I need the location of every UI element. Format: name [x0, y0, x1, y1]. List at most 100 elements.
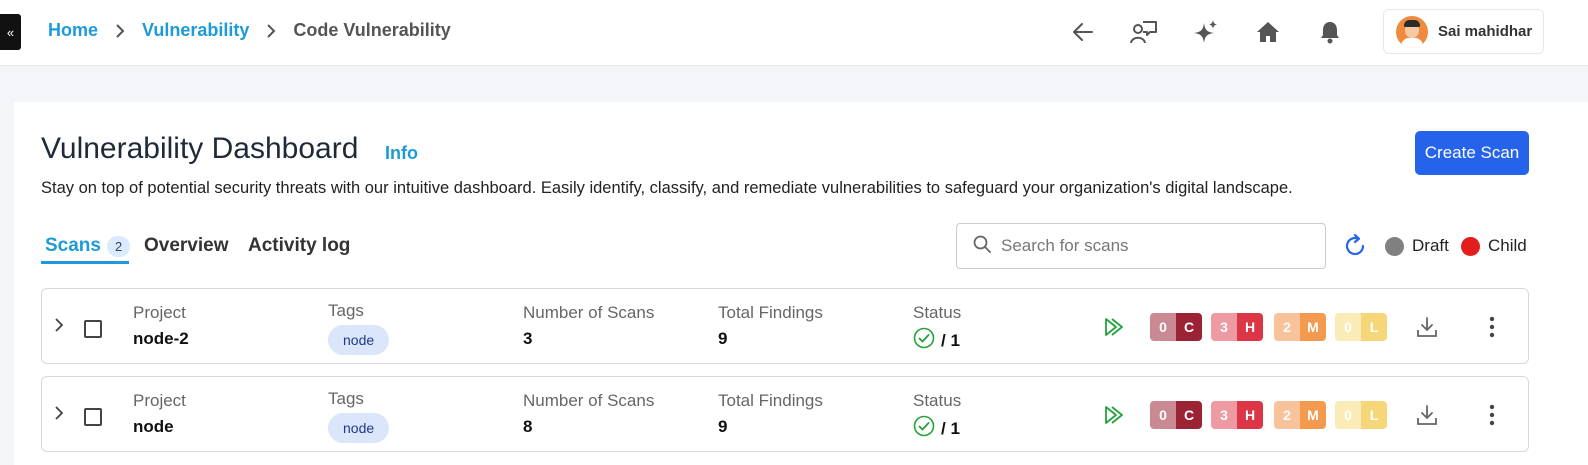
expand-chevron-icon[interactable] [54, 405, 64, 426]
findings-cell: Total Findings 9 [718, 391, 823, 437]
high-severity-badge: 3 H [1211, 401, 1263, 429]
critical-severity-badge: 0 C [1150, 401, 1202, 429]
status-value: / 1 [941, 418, 960, 438]
more-vertical-icon[interactable] [1488, 404, 1496, 431]
low-count: 0 [1335, 401, 1361, 429]
findings-count: 9 [718, 329, 728, 348]
row-checkbox[interactable] [84, 320, 102, 338]
high-count: 3 [1211, 401, 1237, 429]
medium-count: 2 [1274, 313, 1300, 341]
check-circle-icon [913, 327, 935, 354]
check-circle-icon [913, 415, 935, 442]
breadcrumb-vulnerability[interactable]: Vulnerability [142, 20, 249, 41]
tab-label: Scans [45, 235, 101, 256]
search-input[interactable] [1001, 236, 1301, 256]
critical-letter: C [1176, 313, 1202, 341]
medium-severity-badge: 2 M [1274, 401, 1326, 429]
create-scan-button[interactable]: Create Scan [1415, 131, 1529, 175]
download-icon[interactable] [1415, 403, 1439, 432]
legend-child: Child [1461, 236, 1527, 256]
tab-scans[interactable]: Scans 2 [45, 230, 131, 262]
findings-label: Total Findings [718, 391, 823, 410]
user-name: Sai mahidhar [1438, 23, 1533, 40]
status-label: Status [913, 303, 962, 322]
high-severity-badge: 3 H [1211, 313, 1263, 341]
chevron-right-icon [98, 23, 142, 38]
low-letter: L [1361, 313, 1387, 341]
scans-count: 3 [523, 329, 533, 348]
tag-chip: node [328, 413, 390, 443]
scans-label: Number of Scans [523, 391, 655, 410]
scans-label: Number of Scans [523, 303, 655, 322]
table-row[interactable]: Project node-2 Tags node Number of Scans… [41, 288, 1529, 364]
low-count: 0 [1335, 313, 1361, 341]
scan-count-badge: 2 [106, 235, 131, 257]
breadcrumb: Home Vulnerability Code Vulnerability [48, 20, 451, 41]
low-severity-badge: 0 L [1335, 401, 1387, 429]
medium-severity-badge: 2 M [1274, 313, 1326, 341]
feedback-icon[interactable] [1129, 17, 1159, 47]
findings-cell: Total Findings 9 [718, 303, 823, 349]
draft-dot [1385, 236, 1404, 256]
legend-draft: Draft [1385, 236, 1449, 256]
tab-activity-log[interactable]: Activity log [248, 230, 350, 262]
run-scan-icon[interactable] [1103, 317, 1125, 342]
expand-chevron-icon[interactable] [54, 317, 64, 338]
findings-count: 9 [718, 417, 728, 436]
tab-overview[interactable]: Overview [144, 230, 229, 262]
info-link[interactable]: Info [385, 143, 418, 164]
project-name: node [133, 417, 174, 436]
high-letter: H [1237, 313, 1263, 341]
sparkle-ai-icon[interactable] [1191, 17, 1221, 47]
low-letter: L [1361, 401, 1387, 429]
back-arrow-icon[interactable] [1068, 17, 1098, 47]
high-count: 3 [1211, 313, 1237, 341]
project-cell: Project node-2 [133, 303, 189, 349]
row-checkbox[interactable] [84, 408, 102, 426]
critical-count: 0 [1150, 401, 1176, 429]
tag-chip: node [328, 325, 390, 355]
project-label: Project [133, 303, 186, 322]
download-icon[interactable] [1415, 315, 1439, 344]
low-severity-badge: 0 L [1335, 313, 1387, 341]
top-bar: « Home Vulnerability Code Vulnerability … [0, 0, 1588, 66]
legend-child-label: Child [1488, 236, 1527, 255]
page-subtitle: Stay on top of potential security threat… [41, 179, 1293, 197]
user-menu[interactable]: Sai mahidhar [1383, 9, 1544, 54]
project-cell: Project node [133, 391, 186, 437]
critical-severity-badge: 0 C [1150, 313, 1202, 341]
search-icon [973, 235, 991, 258]
medium-letter: M [1300, 401, 1326, 429]
status-cell: Status / 1 [913, 391, 961, 442]
active-tab-indicator [41, 261, 129, 264]
collapse-sidebar-icon[interactable]: « [0, 14, 21, 50]
high-letter: H [1237, 401, 1263, 429]
legend-draft-label: Draft [1412, 236, 1449, 255]
status-value: / 1 [941, 330, 960, 350]
tags-label: Tags [328, 301, 364, 320]
scans-cell: Number of Scans 8 [523, 391, 654, 437]
breadcrumb-home[interactable]: Home [48, 20, 98, 41]
table-row[interactable]: Project node Tags node Number of Scans 8… [41, 376, 1529, 452]
page-title: Vulnerability Dashboard [41, 132, 359, 165]
breadcrumb-current: Code Vulnerability [293, 20, 451, 40]
scans-cell: Number of Scans 3 [523, 303, 654, 349]
project-label: Project [133, 391, 186, 410]
more-vertical-icon[interactable] [1488, 316, 1496, 343]
tags-label: Tags [328, 389, 364, 408]
avatar [1396, 15, 1428, 48]
search-box[interactable] [956, 223, 1326, 269]
medium-letter: M [1300, 313, 1326, 341]
project-name: node-2 [133, 329, 189, 348]
run-scan-icon[interactable] [1103, 405, 1125, 430]
refresh-icon[interactable] [1342, 233, 1368, 264]
critical-letter: C [1176, 401, 1202, 429]
scans-count: 8 [523, 417, 533, 436]
tags-cell: Tags node [328, 389, 390, 443]
child-dot [1461, 236, 1480, 256]
status-label: Status [913, 391, 962, 410]
status-cell: Status / 1 [913, 303, 961, 354]
bell-icon[interactable] [1315, 17, 1345, 47]
home-icon[interactable] [1253, 17, 1283, 47]
findings-label: Total Findings [718, 303, 823, 322]
